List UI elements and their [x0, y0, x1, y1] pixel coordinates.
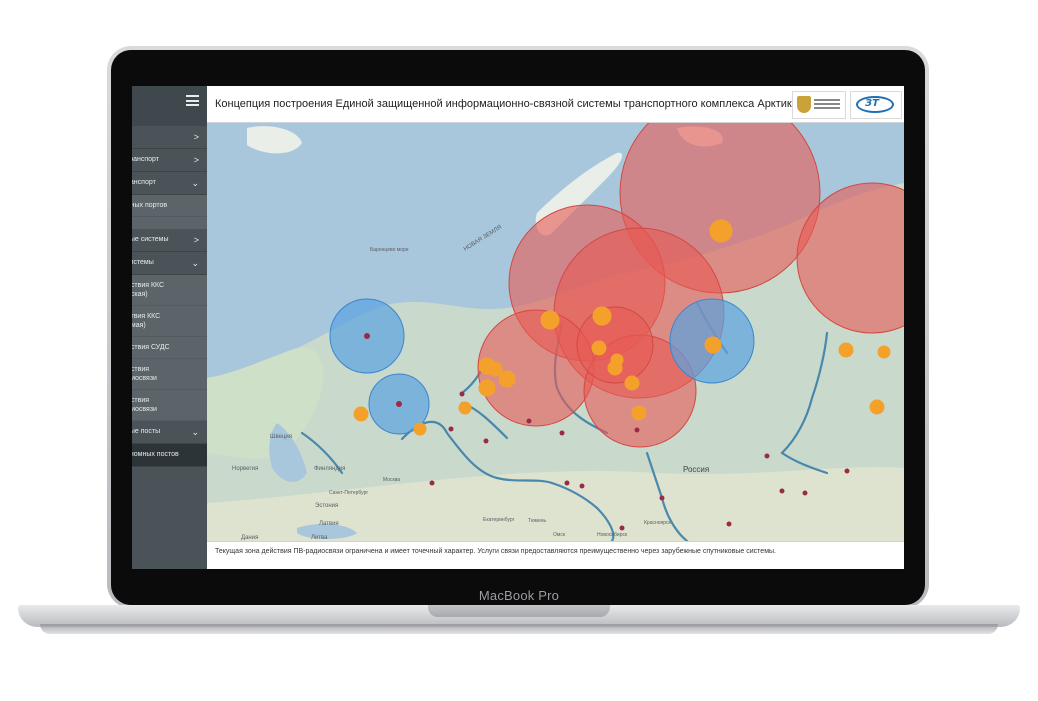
sidebar-item-label: йствия диосвязи	[132, 366, 157, 382]
coat-of-arms-icon	[797, 96, 811, 113]
sidebar-item-systems-expanded[interactable]: системы ⌄	[132, 252, 207, 275]
laptop-base-shadow	[40, 624, 998, 634]
sidebar-item-label: ствия ККС емая)	[132, 313, 161, 329]
sidebar-item-label: йствия ККС еская)	[132, 282, 165, 298]
map-label-spb: Санкт-Петербург	[329, 490, 368, 496]
chevron-down-icon: ⌄	[191, 178, 199, 188]
map-label-krasnoyarsk: Красноярск	[644, 520, 672, 526]
map-label-tyumen: Тюмень	[528, 518, 547, 524]
map-label-novosibirsk: Новосибирск	[597, 532, 628, 538]
sidebar-item-0[interactable]: >	[132, 126, 207, 149]
map-label-moskva: Москва	[383, 477, 400, 483]
sidebar-item-label: транспорт	[132, 156, 159, 163]
sidebar-item-label: чных портов	[132, 202, 168, 209]
device-brand-label: MacBook Pro	[478, 588, 560, 603]
chevron-right-icon: >	[193, 132, 199, 142]
sidebar-item-transport-expanded[interactable]: ранспорт ⌄	[132, 172, 207, 195]
sidebar-subitem-kks-planned[interactable]: ствия ККС емая)	[132, 306, 207, 337]
chevron-right-icon: >	[193, 235, 199, 245]
sidebar-item-label: йствия диосвязи	[132, 397, 157, 413]
map-label-estoniya: Эстония	[315, 503, 338, 509]
app-screen: > транспорт > ранспорт ⌄ чных портов ные…	[132, 86, 904, 569]
sidebar: > транспорт > ранспорт ⌄ чных портов ные…	[132, 86, 207, 569]
sidebar-item-label: йствия СУДС	[132, 344, 170, 351]
footer-note: Текущая зона действия ПВ-радиосвязи огра…	[215, 548, 776, 555]
chevron-down-icon: ⌄	[191, 258, 199, 268]
map-label-barents: Баренцево море	[370, 247, 409, 253]
ministry-logo	[792, 91, 846, 119]
laptop-notch	[428, 605, 610, 617]
sidebar-top	[132, 86, 207, 126]
menu-icon[interactable]	[186, 95, 199, 106]
map-view[interactable]: НОВАЯ ЗЕМЛЯ Баренцево море Россия Швеция…	[207, 123, 904, 541]
map-label-finlyandiya: Финляндия	[314, 466, 345, 472]
chevron-right-icon: >	[193, 155, 199, 165]
chevron-down-icon: ⌄	[191, 427, 199, 437]
sidebar-subitem-autonomous-posts[interactable]: ономных постов	[132, 444, 207, 467]
sidebar-spacer	[132, 217, 207, 229]
map-label-ekaterinburg: Екатеринбург	[483, 517, 515, 523]
sidebar-subitem-ports[interactable]: чных портов	[132, 195, 207, 217]
sidebar-item-label: системы	[132, 259, 154, 266]
sidebar-item-label: ономных постов	[132, 451, 179, 458]
sidebar-item-transport[interactable]: транспорт >	[132, 149, 207, 172]
map-label-russia: Россия	[683, 465, 709, 474]
organization-logo: ЗТ	[850, 91, 902, 119]
sidebar-subitem-kks-current[interactable]: йствия ККС еская)	[132, 275, 207, 306]
app-header: Концепция построения Единой защищенной и…	[207, 86, 904, 123]
sidebar-item-posts[interactable]: ные посты ⌄	[132, 421, 207, 444]
sidebar-subitem-suds[interactable]: йствия СУДС	[132, 337, 207, 359]
info-footer: Текущая зона действия ПВ-радиосвязи огра…	[207, 541, 904, 569]
map-label-latviya: Латвия	[319, 521, 339, 527]
map-label-norvegiya: Норвегия	[232, 466, 258, 472]
sidebar-item-systems[interactable]: ные системы >	[132, 229, 207, 252]
sidebar-item-label: ные посты	[132, 428, 161, 435]
page-title: Концепция построения Единой защищенной и…	[215, 98, 798, 110]
sidebar-item-label: ные системы	[132, 236, 169, 243]
sidebar-item-label: ранспорт	[132, 179, 156, 186]
sidebar-subitem-radio-1[interactable]: йствия диосвязи	[132, 359, 207, 390]
map-label-omsk: Омск	[553, 532, 566, 538]
map-label-shvetsiya: Швеция	[270, 434, 292, 440]
sidebar-subitem-radio-2[interactable]: йствия диосвязи	[132, 390, 207, 421]
